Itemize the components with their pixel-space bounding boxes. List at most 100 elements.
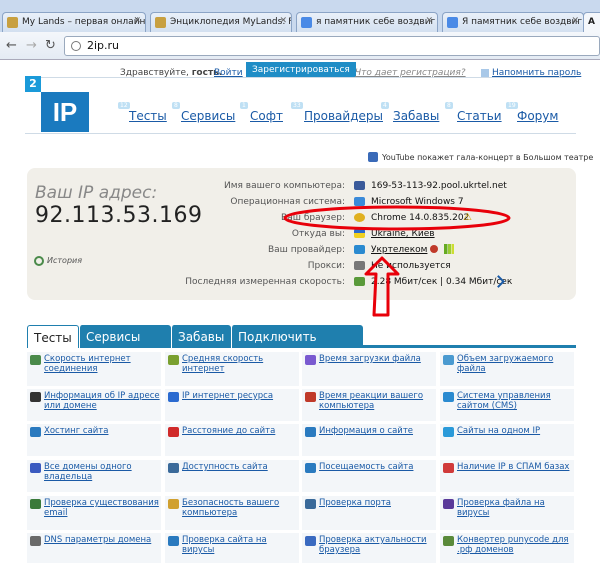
tab-label: My Lands – первая онлайн (22, 17, 146, 27)
browser-tab[interactable]: я памятник себе воздвиг н ✕ (296, 12, 438, 32)
menu-item-articles[interactable]: Статьи (457, 109, 502, 123)
service-icon (30, 536, 41, 546)
back-icon[interactable]: ← (6, 38, 17, 53)
service-link[interactable]: Наличие IP в СПАМ базах (457, 462, 575, 472)
service-icon (168, 392, 179, 402)
service-link[interactable]: Объем загружаемого файла (457, 354, 575, 374)
service-link[interactable]: Время реакции вашего компьютера (319, 391, 437, 411)
service-cell: Средняя скорость интернет (165, 352, 299, 386)
warning-icon: ⚠ (463, 212, 472, 223)
service-link[interactable]: Информация об IP адресе или домене (44, 391, 162, 411)
service-link[interactable]: Сайты на одном IP (457, 426, 575, 436)
service-cell: Наличие IP в СПАМ базах (440, 460, 574, 492)
close-icon[interactable]: ✕ (571, 16, 579, 26)
service-cell: Проверка сайта на вирусы (165, 533, 299, 563)
service-icon (305, 355, 316, 365)
service-link[interactable]: DNS параметры домена (44, 535, 162, 545)
service-icon (30, 392, 41, 402)
proxy-label: Прокси: (307, 261, 345, 271)
service-link[interactable]: Конвертер punycode для .рф доменов (457, 535, 575, 555)
service-icon (168, 427, 179, 437)
service-link[interactable]: Безопасность вашего компьютера (182, 498, 300, 518)
ip-title: Ваш IP адрес: (35, 183, 158, 203)
tab-tests[interactable]: Тесты (27, 325, 79, 348)
service-link[interactable]: Скорость интернет соединения (44, 354, 162, 374)
service-icon (443, 463, 454, 473)
service-cell: Безопасность вашего компьютера (165, 496, 299, 530)
windows-icon (354, 197, 365, 206)
service-icon (305, 463, 316, 473)
news-headline[interactable]: YouTube покажет гала-концерт в Большом т… (382, 153, 593, 162)
service-link[interactable]: Средняя скорость интернет (182, 354, 300, 374)
service-link[interactable]: Проверка файла на вирусы (457, 498, 575, 518)
menu-item-tests[interactable]: Тесты (129, 109, 167, 123)
service-link[interactable]: Хостинг сайта (44, 426, 162, 436)
menu-item-forum[interactable]: Форум (517, 109, 558, 123)
site-logo[interactable]: IP (41, 92, 89, 132)
service-icon (443, 355, 454, 365)
service-cell: Все домены одного владельца (27, 460, 161, 492)
menu-item-software[interactable]: Софт (250, 109, 283, 123)
browser-tab[interactable]: Я памятник себе воздвиг н ✕ (442, 12, 584, 32)
location-label: Откуда вы: (291, 229, 345, 239)
close-icon[interactable]: ✕ (279, 16, 287, 26)
service-link[interactable]: IP интернет ресурса (182, 391, 300, 401)
menu-badge: 8 (172, 102, 180, 109)
service-icon (443, 427, 454, 437)
tab-connect-internet[interactable]: Подключить интернет (231, 325, 363, 358)
browser-tab[interactable]: А (583, 12, 600, 32)
service-icon (443, 392, 454, 402)
os-value: Microsoft Windows 7 (371, 197, 464, 207)
flag-icon (354, 229, 365, 238)
provider-value[interactable]: Укртелеком (371, 245, 427, 255)
url-text: 2ip.ru (87, 39, 120, 52)
browser-tab[interactable]: My Lands – первая онлайн ✕ (2, 12, 146, 32)
service-icon (30, 355, 41, 365)
register-button[interactable]: Зарегистрироваться (246, 62, 356, 78)
forward-icon[interactable]: → (26, 38, 37, 53)
browser-tab[interactable]: Энциклопедия MyLands: F ✕ (150, 12, 292, 32)
close-icon[interactable]: ✕ (425, 16, 433, 26)
service-icon (168, 499, 179, 509)
tab-fun[interactable]: Забавы (171, 325, 231, 348)
service-link[interactable]: Система управления сайтом (CMS) (457, 391, 575, 411)
history-link[interactable]: История (47, 256, 82, 265)
service-link[interactable]: Проверка сайта на вирусы (182, 535, 300, 555)
service-link[interactable]: Проверка существования email (44, 498, 162, 518)
service-icon (168, 536, 179, 546)
service-link[interactable]: Доступность сайта (182, 462, 300, 472)
service-link[interactable]: Время загрузки файла (319, 354, 437, 364)
service-icon (305, 499, 316, 509)
location-value[interactable]: Ukraine, Киев (371, 229, 435, 239)
menu-badge: 12 (118, 102, 130, 109)
service-icon (305, 536, 316, 546)
close-icon[interactable]: ✕ (133, 16, 141, 26)
menu-badge: 4 (381, 102, 389, 109)
service-link[interactable]: Посещаемость сайта (319, 462, 437, 472)
service-cell: IP интернет ресурса (165, 389, 299, 421)
service-cell: Проверка существования email (27, 496, 161, 530)
menu-item-services[interactable]: Сервисы (181, 109, 235, 123)
service-icon (168, 463, 179, 473)
menu-item-providers[interactable]: Провайдеры (304, 109, 383, 123)
browser-label: Ваш браузер: (281, 213, 345, 223)
service-cell: Система управления сайтом (CMS) (440, 389, 574, 421)
service-cell: Время загрузки файла (302, 352, 436, 386)
menu-badge: 8 (445, 102, 453, 109)
service-link[interactable]: Проверка актуальности браузера (319, 535, 437, 555)
chrome-icon (354, 213, 365, 222)
tab-label: Я памятник себе воздвиг н (462, 17, 584, 27)
service-link[interactable]: Информация о сайте (319, 426, 437, 436)
tab-label: я памятник себе воздвиг н (316, 17, 438, 27)
header-divider (25, 77, 576, 78)
service-link[interactable]: Проверка порта (319, 498, 437, 508)
tab-services[interactable]: Сервисы (79, 325, 171, 348)
service-icon (443, 499, 454, 509)
service-icon (305, 392, 316, 402)
service-link[interactable]: Расстояние до сайта (182, 426, 300, 436)
service-icon (30, 499, 41, 509)
reload-icon[interactable]: ↻ (45, 38, 56, 53)
service-link[interactable]: Все домены одного владельца (44, 462, 162, 482)
menu-item-fun[interactable]: Забавы (393, 109, 439, 123)
url-input[interactable]: 2ip.ru (64, 36, 600, 56)
